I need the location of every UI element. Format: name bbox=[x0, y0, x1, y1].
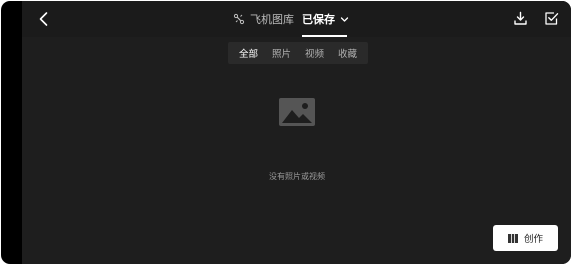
filter-videos[interactable]: 视频 bbox=[305, 46, 324, 60]
filter-photos[interactable]: 照片 bbox=[272, 46, 291, 60]
filter-all[interactable]: 全部 bbox=[239, 46, 258, 60]
image-placeholder-icon bbox=[279, 98, 315, 126]
chevron-down-icon bbox=[340, 16, 349, 22]
media-filter-bar: 全部 照片 视频 收藏 bbox=[228, 42, 368, 64]
album-screen: 飞机图库 已保存 全部 照片 视频 收藏 没有照片或视频 创作 bbox=[22, 1, 571, 264]
select-mode-button[interactable] bbox=[544, 11, 559, 26]
device-frame: 飞机图库 已保存 全部 照片 视频 收藏 没有照片或视频 创作 bbox=[1, 1, 571, 264]
chevron-left-icon bbox=[39, 12, 48, 26]
filter-favorites[interactable]: 收藏 bbox=[338, 46, 357, 60]
checkbox-icon bbox=[545, 12, 559, 25]
tab-saved[interactable]: 已保存 bbox=[302, 1, 349, 37]
back-button[interactable] bbox=[34, 9, 54, 29]
tab-aircraft-gallery[interactable]: 飞机图库 bbox=[233, 1, 294, 37]
empty-state-message: 没有照片或视频 bbox=[269, 172, 325, 181]
export-button[interactable] bbox=[513, 11, 528, 26]
active-tab-indicator bbox=[302, 35, 347, 37]
drone-icon bbox=[233, 13, 245, 25]
top-bar: 飞机图库 已保存 bbox=[22, 1, 571, 37]
create-button[interactable]: 创作 bbox=[493, 225, 558, 251]
tab-aircraft-gallery-label: 飞机图库 bbox=[250, 13, 294, 26]
download-icon bbox=[514, 11, 527, 25]
tab-saved-label: 已保存 bbox=[302, 13, 335, 26]
film-icon bbox=[507, 233, 518, 243]
create-button-label: 创作 bbox=[523, 234, 543, 245]
